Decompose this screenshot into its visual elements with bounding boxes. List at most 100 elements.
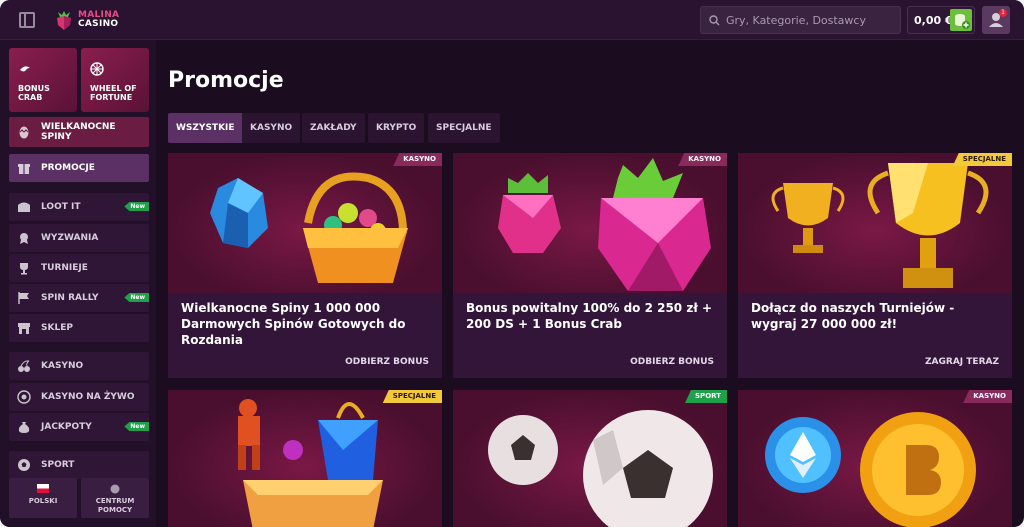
raspberries-illustration [498, 158, 711, 291]
money-bag-icon [18, 422, 30, 433]
tile-label-line1: WHEEL OF [90, 84, 137, 93]
sidebar-item-kasyno-na-zywo[interactable]: KASYNO NA ŻYWO [9, 383, 149, 411]
sidebar-item-wielkanocne-spiny[interactable]: WIELKANOCNE SPINY [9, 117, 149, 147]
new-badge: New [124, 293, 149, 302]
easter-egg-icon [19, 126, 29, 139]
sidebar-item-turnieje[interactable]: TURNIEJE [9, 254, 149, 282]
new-badge: New [124, 202, 149, 211]
tab-specjalne[interactable]: SPECJALNE [428, 113, 500, 143]
sidebar-item-label: WIELKANOCNE SPINY [40, 122, 116, 142]
help-label-line1: CENTRUM [95, 497, 135, 505]
category-tag: SPECJALNE [382, 390, 442, 403]
treasure-chest-icon [18, 202, 30, 212]
trophies-illustration [771, 163, 989, 288]
tile-label-line2: CRAB [18, 93, 43, 102]
card-image [453, 390, 727, 527]
balance-box[interactable]: 0,00 € [907, 6, 975, 34]
logo[interactable]: MALINA CASINO [54, 9, 119, 31]
language-label: POLSKI [28, 497, 58, 505]
shop-icon [18, 323, 30, 334]
sidebar-item-label: SKLEP [41, 323, 73, 333]
gift-icon [18, 164, 30, 174]
tab-wszystkie[interactable]: WSZYSTKIE [168, 113, 243, 143]
card-title: Wielkanocne Spiny 1 000 000 Darmowych Sp… [181, 301, 406, 347]
wheel-icon [90, 62, 104, 76]
sidebar-item-loot-it[interactable]: LOOT IT New [9, 193, 149, 221]
card-image [453, 153, 727, 293]
footballs-illustration [488, 410, 713, 527]
sidebar-item-label: SPORT [41, 460, 75, 470]
card-image [168, 153, 442, 293]
sidebar-item-wyzwania[interactable]: WYZWANIA [9, 224, 149, 252]
trophy-icon [20, 263, 28, 275]
sidebar: BONUS CRAB WHEEL OF FORTUNE WIELKANOCNE … [0, 40, 156, 527]
crypto-coins-illustration [765, 412, 976, 527]
logo-text: MALINA CASINO [78, 11, 119, 29]
promo-card[interactable]: KASYNO Bonus powitalny 100% do 2 250 zł … [453, 153, 727, 378]
card-body: Bonus powitalny 100% do 2 250 zł + 200 D… [453, 293, 727, 378]
raspberry-logo-icon [57, 11, 71, 30]
card-image [738, 390, 1012, 527]
sidebar-item-jackpoty[interactable]: JACKPOTY New [9, 413, 149, 441]
claim-bonus-button[interactable]: ODBIERZ BONUS [630, 357, 714, 367]
search-icon [709, 14, 720, 25]
card-image [168, 390, 442, 527]
app-window: MALINA CASINO 0,00 € [0, 0, 1024, 527]
sidebar-item-kasyno[interactable]: KASYNO [9, 352, 149, 380]
promo-card[interactable]: SPORT [453, 390, 727, 527]
help-icon [110, 484, 120, 494]
card-title: Bonus powitalny 100% do 2 250 zł + 200 D… [466, 301, 713, 331]
promo-card[interactable]: SPECJALNE Dołącz do naszych Turniejów - … [738, 153, 1012, 378]
top-bar: MALINA CASINO 0,00 € [0, 0, 1024, 40]
sidebar-item-label: JACKPOTY [41, 422, 92, 432]
racing-flag-icon [18, 292, 29, 304]
sidebar-item-label: KASYNO NA ŻYWO [41, 392, 135, 402]
easter-eggs-basket-illustration [210, 172, 408, 283]
category-tag: SPORT [685, 390, 727, 403]
notification-badge: 1 [999, 9, 1007, 17]
deposit-button[interactable] [950, 9, 972, 31]
sidebar-item-label: PROMOCJE [41, 163, 95, 173]
coins-plus-icon [955, 14, 970, 29]
sidebar-item-promocje[interactable]: PROMOCJE [9, 154, 149, 182]
main-content: Promocje WSZYSTKIE KASYNO ZAKŁADY KRYPTO… [156, 40, 1024, 527]
help-center-button[interactable]: CENTRUM POMOCY [81, 478, 149, 518]
sidebar-item-label: LOOT IT [41, 202, 81, 212]
sidebar-item-label: WYZWANIA [41, 233, 99, 243]
sidebar-item-spin-rally[interactable]: SPIN RALLY New [9, 284, 149, 312]
language-button[interactable]: POLSKI [9, 478, 77, 518]
category-tag: KASYNO [678, 153, 727, 166]
card-title: Dołącz do naszych Turniejów - wygraj 27 … [751, 301, 955, 331]
sidebar-item-sport[interactable]: SPORT [9, 451, 149, 479]
sidebar-item-label: KASYNO [41, 361, 84, 371]
roulette-icon [17, 390, 31, 404]
card-body: Wielkanocne Spiny 1 000 000 Darmowych Sp… [168, 293, 442, 378]
logo-line-2: CASINO [78, 19, 119, 29]
promo-card[interactable]: KASYNO Wielkanocne Spiny 1 000 000 Darmo… [168, 153, 442, 378]
claim-bonus-button[interactable]: ODBIERZ BONUS [345, 357, 429, 367]
help-label-line2: POMOCY [97, 506, 133, 514]
category-tag: SPECJALNE [952, 153, 1012, 166]
balance-amount: 0,00 € [914, 13, 953, 27]
cherries-icon [18, 360, 30, 372]
football-icon [18, 459, 30, 471]
promo-card[interactable]: KASYNO [738, 390, 1012, 527]
tab-kasyno[interactable]: KASYNO [242, 113, 301, 143]
page-title: Promocje [168, 68, 284, 93]
play-now-button[interactable]: ZAGRAJ TERAZ [925, 357, 999, 367]
search-input[interactable] [726, 13, 896, 27]
category-tag: KASYNO [393, 153, 442, 166]
sidebar-toggle-icon[interactable] [19, 12, 35, 28]
poland-flag-icon [37, 484, 49, 493]
sidebar-tile-bonus-crab[interactable]: BONUS CRAB [9, 48, 77, 112]
sidebar-item-sklep[interactable]: SKLEP [9, 314, 149, 342]
sidebar-tile-wheel-of-fortune[interactable]: WHEEL OF FORTUNE [81, 48, 149, 112]
tab-krypto[interactable]: KRYPTO [368, 113, 425, 143]
sidebar-item-label: SPIN RALLY [41, 293, 99, 303]
sidebar-item-label: TURNIEJE [41, 263, 88, 273]
search-bar[interactable] [700, 6, 901, 34]
tab-zaklady[interactable]: ZAKŁADY [302, 113, 365, 143]
promo-card[interactable]: SPECJALNE [168, 390, 442, 527]
user-account-button[interactable]: 1 [982, 6, 1010, 34]
card-body: Dołącz do naszych Turniejów - wygraj 27 … [738, 293, 1012, 378]
